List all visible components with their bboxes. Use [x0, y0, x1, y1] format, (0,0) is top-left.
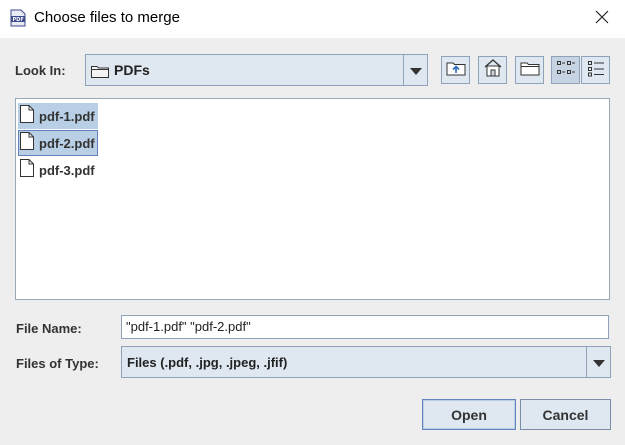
new-folder-icon: [520, 60, 540, 80]
file-list[interactable]: pdf-1.pdf pdf-2.pdf pdf-3.pdf: [15, 98, 610, 300]
folder-icon: [91, 63, 109, 82]
look-in-value: PDFs: [114, 62, 150, 78]
file-item[interactable]: pdf-2.pdf: [18, 130, 98, 156]
svg-text:PDF: PDF: [13, 17, 24, 23]
file-type-label: Files of Type:: [16, 356, 99, 371]
close-icon: [595, 9, 609, 28]
details-view-button[interactable]: [581, 56, 610, 84]
file-type-dropdown-arrow[interactable]: [586, 347, 610, 377]
window-title: Choose files to merge: [34, 9, 180, 26]
home-button[interactable]: [478, 56, 507, 84]
chevron-down-icon: [592, 353, 605, 372]
file-name: pdf-3.pdf: [39, 162, 95, 178]
document-icon: [20, 105, 34, 127]
list-view-icon: [556, 59, 576, 81]
document-icon: [20, 132, 34, 154]
file-item[interactable]: pdf-3.pdf: [18, 157, 98, 183]
new-folder-button[interactable]: [515, 56, 544, 84]
file-name-label: File Name:: [16, 321, 82, 336]
close-button[interactable]: [586, 4, 618, 32]
list-view-button[interactable]: [551, 56, 580, 84]
look-in-dropdown-arrow[interactable]: [403, 55, 427, 85]
document-icon: [20, 159, 34, 181]
up-folder-icon: [446, 60, 466, 80]
file-type-combo[interactable]: Files (.pdf, .jpg, .jpeg, .jfif): [121, 346, 611, 378]
title-bar: PDF Choose files to merge: [0, 0, 625, 38]
up-one-level-button[interactable]: [441, 56, 470, 84]
open-button[interactable]: Open: [422, 399, 516, 430]
file-name: pdf-1.pdf: [39, 108, 95, 124]
details-view-icon: [586, 59, 606, 81]
look-in-combo[interactable]: PDFs: [85, 54, 428, 86]
home-icon: [483, 59, 503, 81]
file-type-value: Files (.pdf, .jpg, .jpeg, .jfif): [127, 355, 288, 370]
look-in-label: Look In:: [15, 63, 66, 78]
file-item[interactable]: pdf-1.pdf: [18, 103, 98, 129]
file-name-input[interactable]: "pdf-1.pdf" "pdf-2.pdf": [121, 315, 609, 339]
pdf-app-icon: PDF: [10, 9, 26, 27]
cancel-button[interactable]: Cancel: [520, 399, 611, 430]
chevron-down-icon: [409, 61, 422, 80]
file-name: pdf-2.pdf: [39, 135, 95, 151]
